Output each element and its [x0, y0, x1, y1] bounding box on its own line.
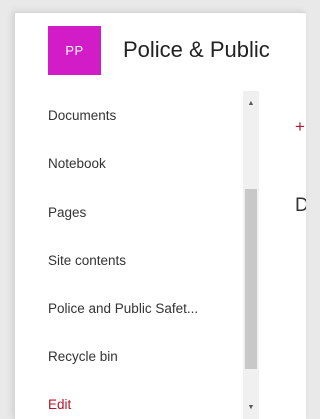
- nav-scrollbar[interactable]: ▲ ▼: [243, 91, 259, 419]
- nav-item-recycle-bin[interactable]: Recycle bin: [48, 349, 118, 364]
- nav-item-pages[interactable]: Pages: [48, 205, 86, 220]
- site-header: PP Police & Public: [15, 13, 306, 91]
- main-content: + D: [261, 91, 306, 419]
- nav-item-police-and-public-safety[interactable]: Police and Public Safet...: [48, 301, 198, 316]
- content-heading-partial: D: [295, 195, 306, 217]
- scroll-down-icon[interactable]: ▼: [243, 399, 259, 415]
- site-title[interactable]: Police & Public: [123, 37, 270, 63]
- nav-item-documents[interactable]: Documents: [48, 108, 116, 123]
- new-plus-icon[interactable]: +: [295, 118, 305, 135]
- nav-item-site-contents[interactable]: Site contents: [48, 253, 126, 268]
- scroll-up-icon[interactable]: ▲: [243, 95, 259, 111]
- scroll-thumb[interactable]: [245, 189, 257, 369]
- sharepoint-window: PP Police & Public Documents Notebook Pa…: [14, 12, 306, 419]
- site-logo[interactable]: PP: [48, 26, 101, 75]
- left-navigation: Documents Notebook Pages Site contents P…: [15, 91, 260, 419]
- nav-edit-link[interactable]: Edit: [48, 397, 71, 412]
- nav-item-notebook[interactable]: Notebook: [48, 156, 106, 171]
